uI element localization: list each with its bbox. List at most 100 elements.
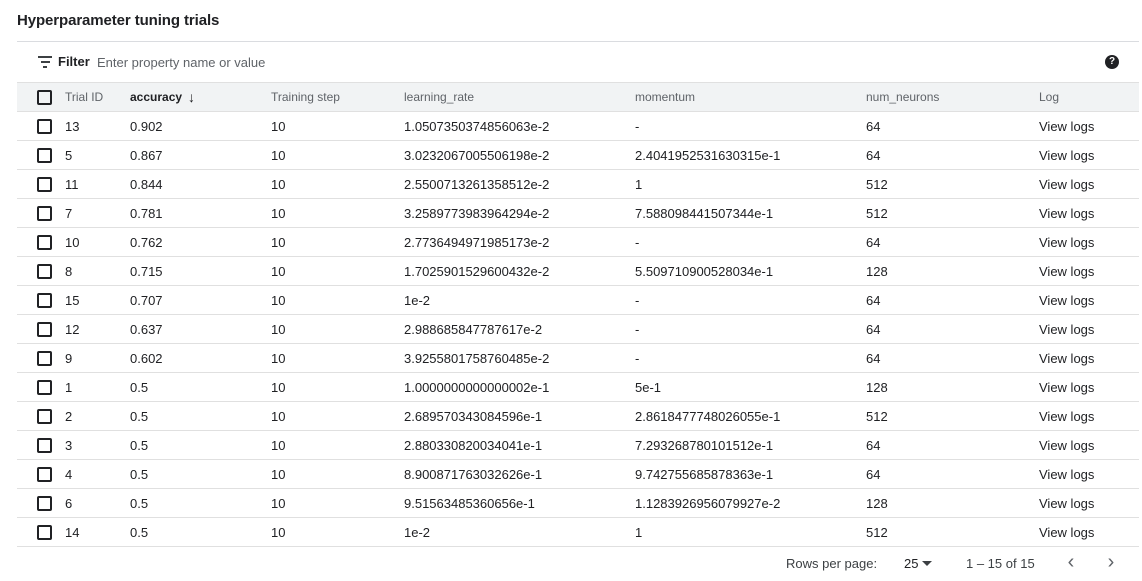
cell-num-neurons: 512 [866,169,1039,199]
table-row[interactable]: 3 0.5 10 2.880330820034041e-1 7.293268780101… [17,430,1139,460]
row-select-cell [17,430,65,460]
filter-input[interactable] [97,50,997,74]
rows-per-page-select[interactable]: 25 [904,556,933,571]
row-checkbox[interactable] [37,322,52,338]
table-row[interactable]: 14 0.5 10 1e-2 1 512 View logs [17,517,1139,547]
table-row[interactable]: 13 0.902 10 1.0507350374856063e-2-64 View lo… [17,111,1139,141]
row-checkbox[interactable] [37,148,52,164]
sort-descending-icon[interactable]: ↓ [188,89,195,105]
cell-accuracy: 0.5 [130,430,271,460]
table-row[interactable]: 8 0.715 10 1.7025901529600432e-2 5.509710900… [17,256,1139,286]
cell-learning-rate: 2.689570343084596e-1 [404,401,635,431]
cell-training-step: 10 [271,285,404,315]
row-checkbox[interactable] [37,467,52,483]
view-logs-link[interactable]: View logs [1039,140,1139,170]
row-checkbox[interactable] [37,206,52,222]
row-checkbox[interactable] [37,496,52,512]
filter-icon[interactable] [38,56,52,68]
table-row[interactable]: 6 0.5 10 9.51563485360656e-1 1.1283926956079… [17,488,1139,518]
cell-learning-rate: 3.2589773983964294e-2 [404,198,635,228]
cell-trial-id: 1 [65,372,130,402]
table-row[interactable]: 2 0.5 10 2.689570343084596e-1 2.861847774802… [17,401,1139,431]
view-logs-link[interactable]: View logs [1039,256,1139,286]
cell-num-neurons: 64 [866,140,1039,170]
table-row[interactable]: 1 0.5 10 1.0000000000000002e-1 5e-1 128 View l… [17,372,1139,402]
cell-momentum: 5.509710900528034e-1 [635,256,866,286]
cell-momentum: 9.742755685878363e-1 [635,459,866,489]
view-logs-link[interactable]: View logs [1039,372,1139,402]
header-learning-rate[interactable]: learning_rate [404,82,635,112]
cell-accuracy: 0.5 [130,488,271,518]
cell-learning-rate: 2.7736494971985173e-2 [404,227,635,257]
row-select-cell [17,459,65,489]
table-row[interactable]: 4 0.5 10 8.900871763032626e-1 9.742755685878… [17,459,1139,489]
cell-training-step: 10 [271,111,404,141]
view-logs-link[interactable]: View logs [1039,430,1139,460]
chevron-left-icon[interactable]: ‹ [1061,552,1081,573]
row-checkbox[interactable] [37,177,52,193]
row-checkbox[interactable] [37,293,52,309]
table-row[interactable]: 12 0.637 10 2.988685847787617e-2-64 View log… [17,314,1139,344]
row-select-cell [17,372,65,402]
cell-trial-id: 5 [65,140,130,170]
select-all-cell [17,82,65,112]
view-logs-link[interactable]: View logs [1039,459,1139,489]
table-row[interactable]: 11 0.844 10 2.5500713261358512e-2 1 512 View l… [17,169,1139,199]
row-checkbox[interactable] [37,438,52,454]
table-body: 13 0.902 10 1.0507350374856063e-2-64 View lo… [17,111,1139,547]
row-checkbox[interactable] [37,525,52,541]
view-logs-link[interactable]: View logs [1039,343,1139,373]
cell-trial-id: 11 [65,169,130,199]
view-logs-link[interactable]: View logs [1039,169,1139,199]
view-logs-link[interactable]: View logs [1039,198,1139,228]
view-logs-link[interactable]: View logs [1039,227,1139,257]
cell-momentum: - [635,227,866,257]
table-row[interactable]: 15 0.707 10 1e-2-64 View logs [17,285,1139,315]
cell-accuracy: 0.602 [130,343,271,373]
cell-accuracy: 0.5 [130,459,271,489]
cell-accuracy: 0.844 [130,169,271,199]
row-select-cell [17,488,65,518]
view-logs-link[interactable]: View logs [1039,111,1139,141]
header-trial-id[interactable]: Trial ID [65,82,130,112]
table-row[interactable]: 9 0.602 10 3.9255801758760485e-2-64 View log… [17,343,1139,373]
row-checkbox[interactable] [37,235,52,251]
cell-trial-id: 6 [65,488,130,518]
cell-training-step: 10 [271,314,404,344]
view-logs-link[interactable]: View logs [1039,285,1139,315]
cell-learning-rate: 3.9255801758760485e-2 [404,343,635,373]
cell-learning-rate: 3.0232067005506198e-2 [404,140,635,170]
table-row[interactable]: 7 0.781 10 3.2589773983964294e-2 7.588098441… [17,198,1139,228]
table-row[interactable]: 5 0.867 10 3.0232067005506198e-2 2.404195253… [17,140,1139,170]
row-checkbox[interactable] [37,351,52,367]
header-momentum[interactable]: momentum [635,82,866,112]
row-checkbox[interactable] [37,264,52,280]
chevron-right-icon[interactable]: › [1101,552,1121,573]
view-logs-link[interactable]: View logs [1039,314,1139,344]
cell-training-step: 10 [271,372,404,402]
filter-label[interactable]: Filter [58,54,90,69]
cell-learning-rate: 8.900871763032626e-1 [404,459,635,489]
cell-training-step: 10 [271,343,404,373]
cell-trial-id: 14 [65,517,130,547]
row-select-cell [17,343,65,373]
cell-accuracy: 0.5 [130,517,271,547]
help-icon[interactable]: ? [1105,55,1119,69]
view-logs-link[interactable]: View logs [1039,401,1139,431]
table-row[interactable]: 10 0.762 10 2.7736494971985173e-2-64 View lo… [17,227,1139,257]
header-training-step[interactable]: Training step [271,82,404,112]
row-checkbox[interactable] [37,409,52,425]
cell-num-neurons: 512 [866,401,1039,431]
row-checkbox[interactable] [37,119,52,135]
view-logs-link[interactable]: View logs [1039,517,1139,547]
header-accuracy[interactable]: accuracy ↓ [130,82,271,112]
header-num-neurons[interactable]: num_neurons [866,82,1039,112]
row-select-cell [17,198,65,228]
cell-training-step: 10 [271,401,404,431]
cell-training-step: 10 [271,227,404,257]
row-checkbox[interactable] [37,380,52,396]
view-logs-link[interactable]: View logs [1039,488,1139,518]
cell-num-neurons: 128 [866,488,1039,518]
page-range: 1 – 15 of 15 [966,556,1035,571]
select-all-checkbox[interactable] [37,89,52,105]
